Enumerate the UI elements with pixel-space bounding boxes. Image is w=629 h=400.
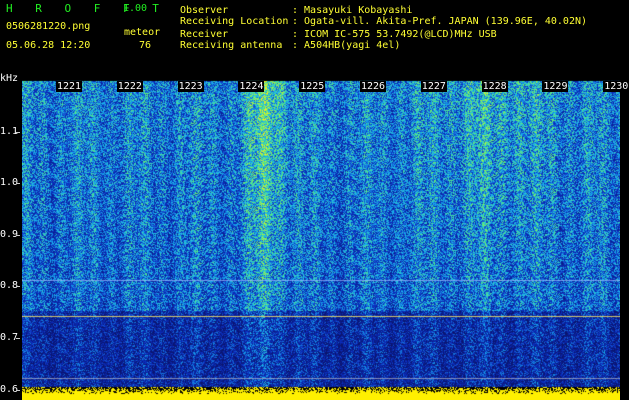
location-label: Receiving Location	[180, 16, 289, 27]
time-tick-label: 1221	[56, 81, 83, 92]
spectrogram-canvas	[22, 80, 620, 400]
meteor-label: meteor	[124, 27, 161, 38]
file-name: 0506281220.png	[6, 21, 91, 32]
time-tick-label: 1223	[177, 81, 204, 92]
time-tick-label: 1226	[360, 81, 387, 92]
app-version: 1.00	[123, 3, 148, 14]
y-tick-mark	[16, 338, 20, 340]
capture-datetime: 05.06.28 12:20	[6, 40, 91, 51]
time-tick-label: 1229	[542, 81, 569, 92]
y-tick-mark	[16, 131, 20, 133]
time-tick-label: 1227	[420, 81, 447, 92]
antenna-label: Receiving antenna	[180, 40, 283, 51]
time-tick-label: 1224	[238, 81, 265, 92]
meteor-count: 76	[139, 40, 152, 51]
y-axis-unit: kHz	[0, 73, 19, 84]
antenna-value: : A504HB(yagi 4el)	[292, 40, 401, 51]
time-tick-label: 1228	[481, 81, 508, 92]
y-tick-mark	[16, 234, 20, 236]
location-value: : Ogata-vill. Akita-Pref. JAPAN (139.96E…	[292, 16, 588, 27]
y-tick-mark	[16, 389, 20, 391]
spectrogram-panel: 1221 1222 1223 1224 1225 1226 1227 1228 1229 1230	[22, 80, 629, 400]
y-tick-mark	[16, 183, 20, 185]
time-tick-label: 1225	[299, 81, 326, 92]
y-tick-mark	[16, 286, 20, 288]
time-tick-label: 1230	[603, 81, 629, 92]
time-tick-label: 1222	[116, 81, 143, 92]
